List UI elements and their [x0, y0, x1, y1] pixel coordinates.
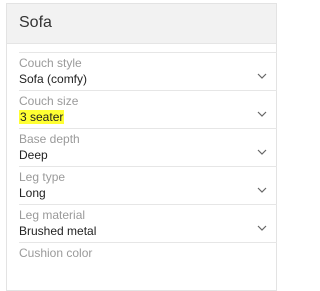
couch-size-select[interactable]: Couch size 3 seater [19, 90, 277, 126]
couch-style-label: Couch style [19, 56, 82, 70]
cushion-color-field[interactable]: Cushion color [19, 242, 277, 278]
base-depth-value: Deep [19, 148, 48, 162]
panel-title: Sofa [19, 14, 52, 31]
base-depth-select[interactable]: Base depth Deep [19, 128, 277, 164]
leg-material-select[interactable]: Leg material Brushed metal [19, 204, 277, 240]
panel-header: Sofa [7, 4, 276, 44]
couch-style-value: Sofa (comfy) [19, 72, 88, 86]
leg-type-select[interactable]: Leg type Long [19, 166, 277, 202]
cushion-color-label: Cushion color [19, 246, 93, 260]
chevron-down-icon[interactable] [257, 225, 267, 232]
couch-style-select[interactable]: Couch style Sofa (comfy) [19, 52, 277, 88]
chevron-down-icon[interactable] [257, 187, 267, 194]
chevron-down-icon[interactable] [257, 149, 267, 156]
leg-type-value: Long [19, 186, 46, 200]
couch-size-label: Couch size [19, 94, 79, 108]
sofa-config-panel: Sofa Couch style Sofa (comfy) Couch size… [6, 3, 277, 291]
leg-type-label: Leg type [19, 170, 66, 184]
leg-material-label: Leg material [19, 208, 86, 222]
couch-size-value: 3 seater [19, 110, 65, 124]
chevron-down-icon[interactable] [257, 73, 267, 80]
leg-material-value: Brushed metal [19, 224, 97, 238]
base-depth-label: Base depth [19, 132, 80, 146]
chevron-down-icon[interactable] [257, 111, 267, 118]
